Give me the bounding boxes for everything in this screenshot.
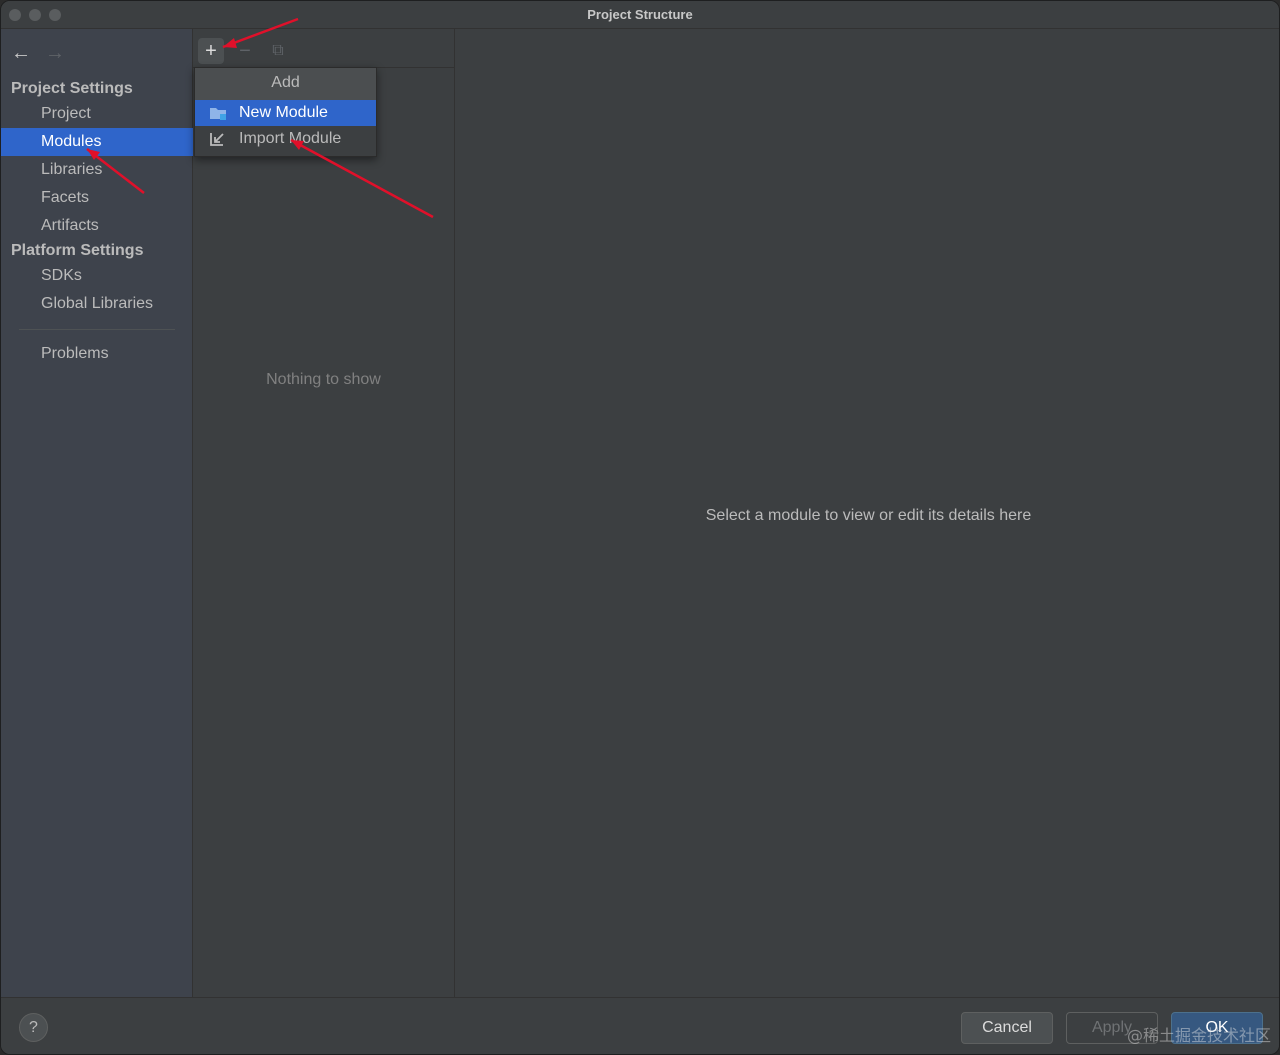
project-structure-dialog: Project Structure ← → Project Settings P… <box>0 0 1280 1055</box>
copy-icon[interactable]: ⧉ <box>265 38 291 64</box>
menu-item-import-module[interactable]: Import Module <box>195 126 376 152</box>
project-settings-header: Project Settings <box>11 80 133 97</box>
sidebar-item-global-libraries[interactable]: Global Libraries <box>1 290 193 318</box>
dialog-footer: ? Cancel Apply OK <box>1 997 1279 1054</box>
remove-icon[interactable]: − <box>232 38 258 64</box>
add-icon[interactable]: + <box>198 38 224 64</box>
menu-item-label: New Module <box>239 104 328 121</box>
details-placeholder-text: Select a module to view or edit its deta… <box>705 507 1032 524</box>
sidebar-item-libraries[interactable]: Libraries <box>1 156 193 184</box>
forward-arrow-icon[interactable]: → <box>45 43 65 63</box>
sidebar-item-artifacts[interactable]: Artifacts <box>1 212 193 240</box>
sidebar-item-modules[interactable]: Modules <box>1 128 193 156</box>
empty-list-text: Nothing to show <box>266 371 381 388</box>
sidebar-item-project[interactable]: Project <box>1 100 193 128</box>
sidebar-item-sdks[interactable]: SDKs <box>1 262 193 290</box>
menu-item-new-module[interactable]: New Module <box>195 100 376 126</box>
module-details-panel: Select a module to view or edit its deta… <box>456 29 1279 997</box>
popup-header: Add <box>195 68 376 100</box>
platform-settings-header: Platform Settings <box>11 242 144 259</box>
add-popup-menu: Add New Module Import Module <box>194 67 377 157</box>
sidebar-item-problems[interactable]: Problems <box>1 340 193 368</box>
modules-toolbar: + − ⧉ <box>193 29 454 68</box>
sidebar-divider <box>19 329 175 330</box>
window-title: Project Structure <box>587 7 693 22</box>
sidebar-item-facets[interactable]: Facets <box>1 184 193 212</box>
settings-sidebar: ← → Project Settings Project Modules Lib… <box>1 29 193 997</box>
folder-module-icon <box>210 108 226 120</box>
watermark-text: @稀土掘金技术社区 <box>1126 1026 1271 1045</box>
title-bar: Project Structure <box>1 1 1279 29</box>
modules-list-panel: + − ⧉ Nothing to show <box>193 29 455 997</box>
cancel-button[interactable]: Cancel <box>961 1012 1053 1044</box>
back-arrow-icon[interactable]: ← <box>11 43 31 63</box>
menu-item-label: Import Module <box>239 130 342 147</box>
help-button[interactable]: ? <box>19 1013 48 1042</box>
import-arrow-icon <box>210 133 224 146</box>
